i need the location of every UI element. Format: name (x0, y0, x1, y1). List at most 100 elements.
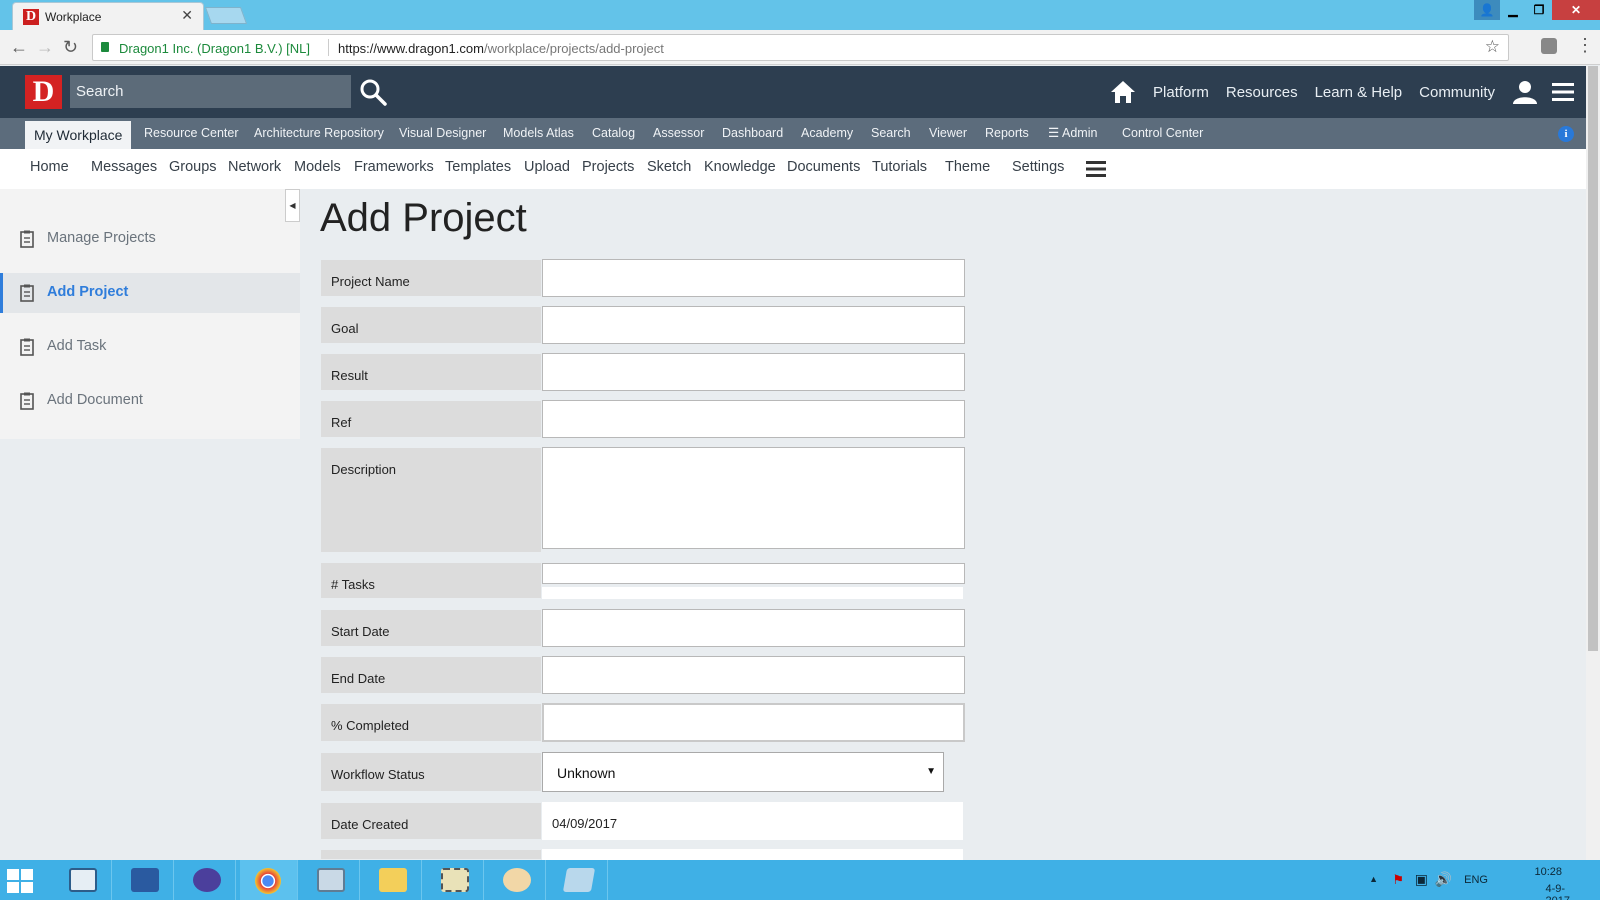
network-icon[interactable]: ▣ (1415, 871, 1428, 888)
subnav-frameworks[interactable]: Frameworks (354, 159, 434, 175)
subnav-models[interactable]: Models (294, 159, 341, 175)
new-tab-button[interactable] (204, 7, 248, 24)
end-date-label: End Date (320, 656, 542, 694)
subnav-templates[interactable]: Templates (445, 159, 511, 175)
search-icon[interactable] (358, 77, 388, 107)
subnav-groups[interactable]: Groups (169, 159, 217, 175)
sidebar-collapse-toggle[interactable]: ◀ (285, 189, 300, 222)
module-control-center[interactable]: Control Center (1122, 118, 1203, 149)
result-input[interactable] (542, 353, 965, 391)
start-date-label: Start Date (320, 609, 542, 647)
module-admin[interactable]: ☰ Admin (1048, 118, 1097, 149)
clock-date[interactable]: 4-9-2017 (1546, 883, 1570, 900)
info-icon[interactable]: i (1558, 126, 1574, 142)
subnav-settings[interactable]: Settings (1012, 159, 1064, 175)
search-input[interactable] (70, 75, 351, 108)
module-viewer[interactable]: Viewer (929, 118, 967, 149)
subnav-messages[interactable]: Messages (91, 159, 157, 175)
module-reports[interactable]: Reports (985, 118, 1029, 149)
browser-titlebar: D Workplace ✕ 👤 ▁ ❐ ✕ (0, 0, 1600, 30)
module-models-atlas[interactable]: Models Atlas (503, 118, 574, 149)
volume-icon[interactable]: 🔊 (1435, 871, 1452, 888)
subnav-home[interactable]: Home (30, 159, 69, 175)
windows-start-icon[interactable] (7, 869, 33, 893)
ref-input[interactable] (542, 400, 965, 438)
subnav-knowledge[interactable]: Knowledge (704, 159, 776, 175)
tasks-input[interactable] (542, 563, 965, 584)
end-date-input[interactable] (542, 656, 965, 694)
forward-arrow-icon[interactable]: → (36, 37, 54, 58)
module-architecture-repository[interactable]: Architecture Repository (254, 118, 384, 149)
tasks-input-footer (542, 587, 963, 599)
hamburger-menu-icon[interactable] (1552, 82, 1574, 102)
back-arrow-icon[interactable]: ← (10, 37, 28, 58)
tray-expand-icon[interactable]: ▲ (1369, 874, 1378, 884)
extension-icon[interactable] (1541, 38, 1557, 54)
sidebar-item-add-project[interactable]: Add Project (0, 273, 300, 313)
close-window-icon[interactable]: ✕ (1552, 0, 1600, 20)
start-date-input[interactable] (542, 609, 965, 647)
taskbar-explorer[interactable] (364, 860, 422, 900)
subnav-documents[interactable]: Documents (787, 159, 860, 175)
home-icon[interactable] (1109, 78, 1137, 106)
nav-platform[interactable]: Platform (1153, 84, 1209, 101)
clipboard-icon (20, 338, 34, 356)
tab-close-icon[interactable]: ✕ (181, 7, 193, 24)
module-visual-designer[interactable]: Visual Designer (399, 118, 486, 149)
taskbar-chrome[interactable] (240, 860, 298, 900)
description-textarea[interactable] (542, 447, 965, 549)
subnav-tutorials[interactable]: Tutorials (872, 159, 927, 175)
nav-learn-help[interactable]: Learn & Help (1315, 84, 1403, 101)
module-resource-center[interactable]: Resource Center (144, 118, 239, 149)
taskbar-visual-studio[interactable] (178, 860, 236, 900)
taskbar-file-manager[interactable] (54, 860, 112, 900)
security-icon[interactable]: ⚑ (1392, 872, 1404, 888)
module-assessor[interactable]: Assessor (653, 118, 704, 149)
nav-community[interactable]: Community (1419, 84, 1495, 101)
url-separator (328, 39, 329, 56)
bookmark-star-icon[interactable]: ☆ (1485, 37, 1500, 57)
sidebar-item-add-document[interactable]: Add Document (0, 381, 300, 421)
subnav-theme[interactable]: Theme (945, 159, 990, 175)
module-catalog[interactable]: Catalog (592, 118, 635, 149)
browser-tab[interactable]: D Workplace ✕ (12, 2, 204, 30)
language-indicator[interactable]: ENG (1464, 874, 1488, 886)
subnav-upload[interactable]: Upload (524, 159, 570, 175)
taskbar-powershell[interactable] (116, 860, 174, 900)
sidebar-item-label: Add Task (47, 338, 107, 354)
completed-input[interactable] (542, 703, 965, 742)
url-input[interactable]: Dragon1 Inc. (Dragon1 B.V.) [NL] https:/… (92, 34, 1509, 61)
subnav-network[interactable]: Network (228, 159, 281, 175)
goal-input[interactable] (542, 306, 965, 344)
taskbar-notes[interactable] (550, 860, 608, 900)
browser-menu-icon[interactable]: ⋮ (1576, 35, 1594, 56)
next-row-label (320, 849, 542, 860)
profile-icon[interactable]: 👤 (1474, 0, 1500, 20)
nav-resources[interactable]: Resources (1226, 84, 1298, 101)
subnav-sketch[interactable]: Sketch (647, 159, 691, 175)
module-dashboard[interactable]: Dashboard (722, 118, 783, 149)
subnav-projects[interactable]: Projects (582, 159, 634, 175)
module-my-workplace[interactable]: My Workplace (25, 121, 132, 149)
page-scrollbar[interactable] (1586, 66, 1600, 860)
reload-icon[interactable]: ↻ (63, 37, 78, 58)
taskbar-paint[interactable] (488, 860, 546, 900)
form-row-goal: Goal (320, 306, 966, 344)
clock-time[interactable]: 10:28 (1534, 866, 1562, 878)
form-row-workflow-status: Workflow Status Unknown ▼ (320, 752, 966, 792)
sidebar-item-manage-projects[interactable]: Manage Projects (0, 219, 300, 259)
module-admin-label: Admin (1062, 126, 1098, 140)
workflow-status-select[interactable]: Unknown ▼ (542, 752, 944, 792)
module-search[interactable]: Search (871, 118, 911, 149)
dragon1-logo[interactable]: D (25, 75, 62, 109)
project-name-input[interactable] (542, 259, 965, 297)
module-academy[interactable]: Academy (801, 118, 853, 149)
restore-icon[interactable]: ❐ (1526, 0, 1552, 20)
taskbar-snipping-tool[interactable] (426, 860, 484, 900)
taskbar-control-panel[interactable] (302, 860, 360, 900)
user-icon[interactable] (1512, 79, 1538, 105)
scrollbar-thumb[interactable] (1588, 66, 1598, 651)
minimize-icon[interactable]: ▁ (1500, 0, 1526, 20)
sidebar-item-add-task[interactable]: Add Task (0, 327, 300, 367)
subnav-menu-icon[interactable] (1086, 161, 1106, 177)
